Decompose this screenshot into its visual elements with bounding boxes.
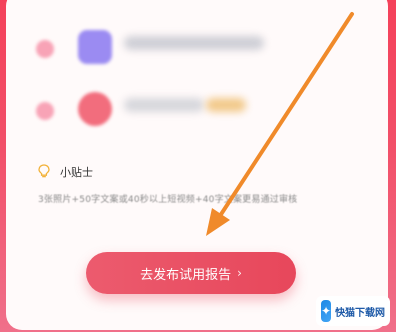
watermark-logo: ✦ 快猫下载网: [316, 296, 390, 326]
item-thumbnail: [78, 92, 112, 126]
tips-description: 3张照片+50字文案或40秒以上短视频+40字文案更易通过审核: [38, 195, 298, 205]
tips-title: 小贴士: [60, 166, 93, 179]
chevron-right-icon: ›: [237, 266, 242, 280]
list-bullet: [36, 102, 54, 120]
blurred-item-highlight: [206, 98, 246, 112]
lightbulb-icon: [38, 163, 50, 182]
publish-button-label: 去发布试用报告: [140, 267, 232, 283]
blurred-item-text: [124, 98, 204, 112]
publish-trial-report-button[interactable]: 去发布试用报告 ›: [86, 252, 296, 294]
cat-logo-icon: ✦: [321, 300, 332, 322]
list-item[interactable]: [6, 24, 388, 74]
list-bullet: [36, 40, 54, 58]
blurred-item-text: [124, 36, 264, 50]
tips-section: 小贴士 3张照片+50字文案或40秒以上短视频+40字文案更易通过审核: [38, 162, 368, 205]
item-thumbnail: [78, 30, 112, 64]
list-item[interactable]: [6, 86, 388, 136]
watermark-text: 快猫下载网: [335, 307, 386, 319]
